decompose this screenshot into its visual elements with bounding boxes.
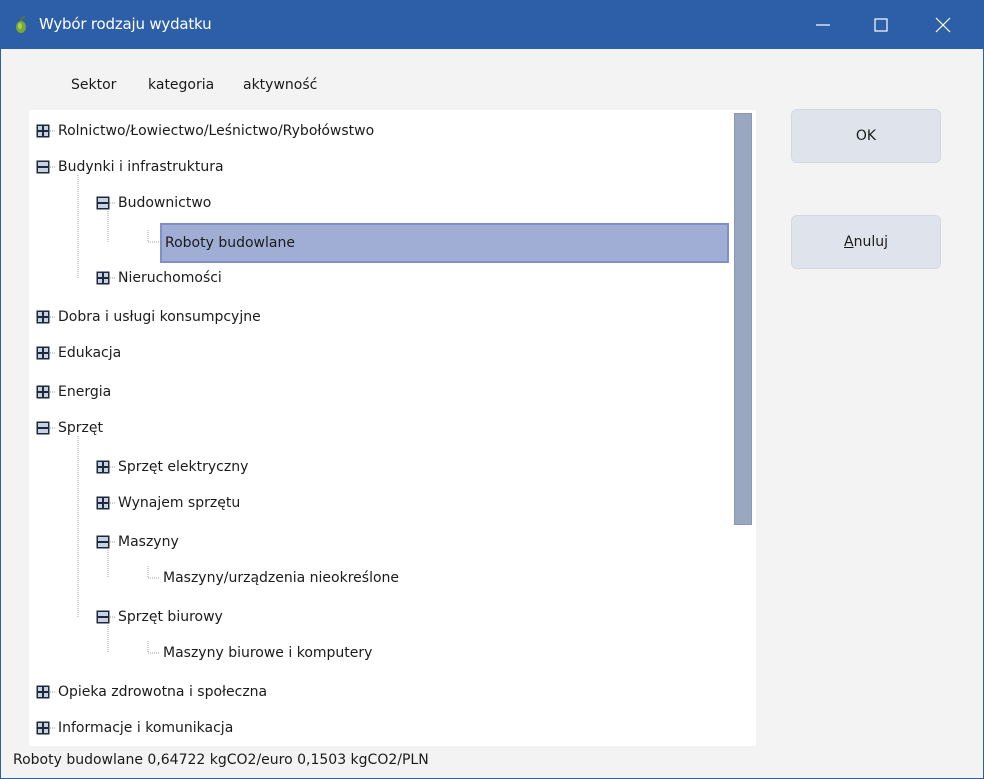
plus-box-icon[interactable] (36, 310, 50, 324)
category-tree[interactable]: Rolnictwo/Łowiectwo/Leśnictwo/Rybołówstw… (29, 110, 756, 746)
tree-item[interactable]: Roboty budowlane (29, 223, 729, 263)
minus-box-icon[interactable] (36, 421, 50, 435)
tree-item-label: Opieka zdrowotna i społeczna (58, 684, 268, 700)
tree-item-label: Dobra i usługi konsumpcyjne (58, 309, 261, 325)
tree-item-label: Budownictwo (118, 195, 212, 211)
tree-item-label: Nieruchomości (118, 270, 222, 286)
tree-item[interactable]: Budownictwo (29, 190, 729, 216)
tree-item[interactable]: Sprzęt (29, 415, 729, 441)
maximize-icon (874, 18, 888, 32)
plus-box-icon[interactable] (36, 346, 50, 360)
tree-item[interactable]: Sprzęt elektryczny (29, 454, 729, 480)
minus-box-icon[interactable] (96, 196, 110, 210)
tree-item[interactable]: Opieka zdrowotna i społeczna (29, 679, 729, 705)
tree-item[interactable]: Wynajem sprzętu (29, 490, 729, 516)
close-button[interactable] (911, 1, 975, 49)
tree-item-label: Maszyny biurowe i komputery (163, 645, 373, 661)
tree-item-label: Sprzęt (58, 420, 103, 436)
plus-box-icon[interactable] (36, 721, 50, 735)
column-header-activity[interactable]: aktywność (243, 77, 317, 93)
dialog-window: Wybór rodzaju wydatku Sektor kategoria a… (0, 0, 984, 779)
tree-item-label: Wynajem sprzętu (118, 495, 241, 511)
minus-box-icon[interactable] (96, 535, 110, 549)
column-header-category[interactable]: kategoria (148, 77, 214, 93)
tree-item[interactable]: Sprzęt biurowy (29, 604, 729, 630)
tree-item-label: Rolnictwo/Łowiectwo/Leśnictwo/Rybołówstw… (58, 123, 375, 139)
tree-item[interactable]: Maszyny biurowe i komputery (29, 640, 729, 666)
tree-item[interactable]: Dobra i usługi konsumpcyjne (29, 304, 729, 330)
minus-box-icon[interactable] (96, 610, 110, 624)
column-header-sector[interactable]: Sektor (71, 77, 116, 93)
ok-button[interactable]: OK (791, 109, 941, 163)
tree-item-label: Edukacja (58, 345, 122, 361)
maximize-button[interactable] (849, 1, 913, 49)
tree-item-label-selected: Roboty budowlane (160, 223, 729, 263)
tree-item[interactable]: Energia (29, 379, 729, 405)
scrollbar-thumb[interactable] (734, 113, 752, 525)
cancel-button[interactable]: Anuluj (791, 215, 941, 269)
plus-box-icon[interactable] (36, 385, 50, 399)
tree-item-label: Sprzęt biurowy (118, 609, 223, 625)
tree-item[interactable]: Informacje i komunikacja (29, 715, 729, 741)
status-text: Roboty budowlane 0,64722 kgCO2/euro 0,15… (13, 752, 429, 768)
tree-item-label: Maszyny/urządzenia nieokreślone (163, 570, 400, 586)
tree-item-label: Sprzęt elektryczny (118, 459, 249, 475)
plus-box-icon[interactable] (96, 271, 110, 285)
plus-box-icon[interactable] (96, 460, 110, 474)
tree-item[interactable]: Edukacja (29, 340, 729, 366)
dialog-content: Sektor kategoria aktywność Rolnictwo/Łow… (1, 49, 983, 778)
tree-item[interactable]: Maszyny/urządzenia nieokreślone (29, 565, 729, 591)
minimize-icon (816, 24, 830, 26)
tree-item-label: Energia (58, 384, 112, 400)
tree-item-label: Informacje i komunikacja (58, 720, 234, 736)
leaf-icon (11, 15, 31, 35)
cancel-label: nuluj (853, 234, 888, 250)
window-title: Wybór rodzaju wydatku (39, 15, 212, 33)
tree-item[interactable]: Nieruchomości (29, 265, 729, 291)
tree-item-label: Budynki i infrastruktura (58, 159, 224, 175)
vertical-scrollbar[interactable] (734, 110, 756, 746)
close-icon (935, 17, 951, 33)
plus-box-icon[interactable] (36, 124, 50, 138)
cancel-accelerator: A (844, 234, 854, 250)
tree-item[interactable]: Rolnictwo/Łowiectwo/Leśnictwo/Rybołówstw… (29, 118, 729, 144)
plus-box-icon[interactable] (96, 496, 110, 510)
tree-item[interactable]: Maszyny (29, 529, 729, 555)
minimize-button[interactable] (791, 1, 855, 49)
title-bar[interactable]: Wybór rodzaju wydatku (1, 1, 983, 49)
plus-box-icon[interactable] (36, 685, 50, 699)
tree-item-label: Maszyny (118, 534, 179, 550)
minus-box-icon[interactable] (36, 160, 50, 174)
tree-item[interactable]: Budynki i infrastruktura (29, 154, 729, 180)
